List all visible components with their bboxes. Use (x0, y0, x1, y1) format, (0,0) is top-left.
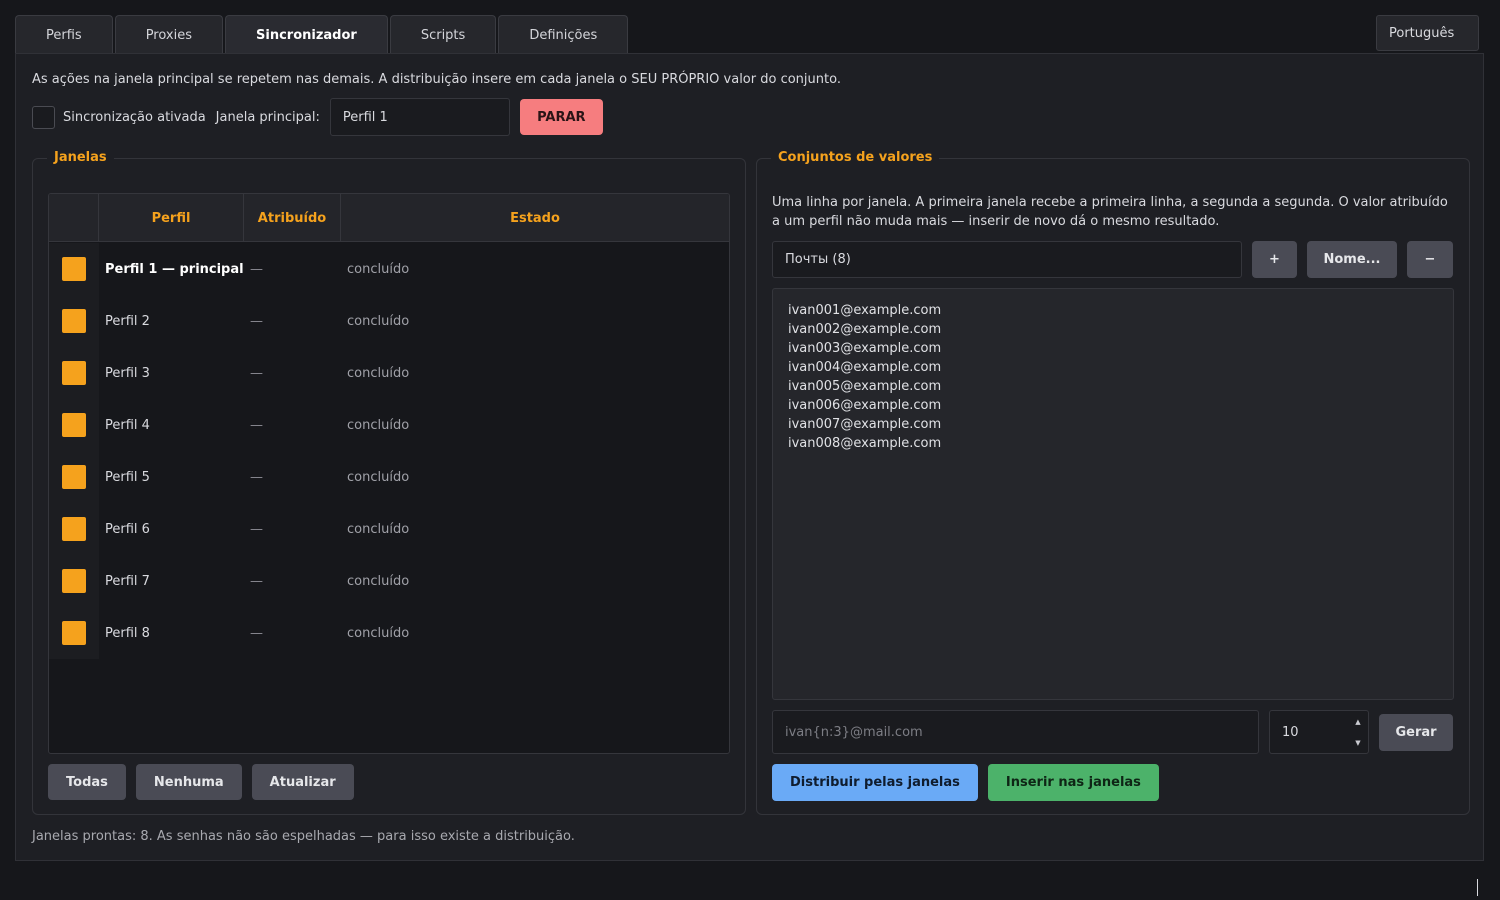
profile-color-square[interactable] (62, 257, 86, 281)
value-line: ivan005@example.com (788, 379, 942, 394)
header-state[interactable]: Estado (341, 194, 729, 242)
value-sets-group: Conjuntos de valores Uma linha por janel… (756, 150, 1470, 815)
distribute-button[interactable]: Distribuir pelas janelas (772, 764, 978, 801)
select-all-button[interactable]: Todas (48, 764, 126, 800)
value-line: ivan004@example.com (788, 360, 942, 375)
sync-panel: As ações na janela principal se repetem … (15, 53, 1484, 861)
status-bar-cursor (1477, 879, 1478, 896)
sync-controls: Sincronização ativada Janela principal: … (32, 98, 603, 136)
assigned-value: — (250, 417, 263, 433)
state-value: concluído (347, 365, 410, 381)
value-sets-group-title: Conjuntos de valores (771, 150, 940, 165)
profile-name: Perfil 5 (105, 469, 150, 485)
assigned-value: — (250, 261, 263, 277)
value-line: ivan007@example.com (788, 417, 942, 432)
profile-color-square[interactable] (62, 621, 86, 645)
profile-name: Perfil 2 (105, 313, 150, 329)
generate-button[interactable]: Gerar (1379, 713, 1453, 751)
header-select-column (49, 194, 99, 242)
remove-set-button[interactable]: − (1407, 241, 1453, 278)
value-line: ivan002@example.com (788, 322, 942, 337)
value-line: ivan008@example.com (788, 436, 942, 451)
stop-button[interactable]: PARAR (519, 99, 603, 135)
window-selection-buttons: Todas Nenhuma Atualizar (48, 764, 354, 800)
profile-color-square[interactable] (62, 413, 86, 437)
profile-name: Perfil 8 (105, 625, 150, 641)
profile-name: Perfil 4 (105, 417, 150, 433)
windows-table: Perfil Atribuído Estado Perfil 1 — princ… (48, 193, 730, 754)
value-set-controls: Почты (8) + Nome... − (772, 241, 1453, 278)
profile-color-square[interactable] (62, 569, 86, 593)
tab-scripts[interactable]: Scripts (389, 15, 497, 54)
spin-up-icon[interactable]: ▲ (1348, 711, 1368, 732)
tab-definicoes[interactable]: Definições (498, 15, 629, 54)
profile-name: Perfil 6 (105, 521, 150, 537)
state-value: concluído (347, 313, 410, 329)
insert-button[interactable]: Inserir nas janelas (987, 764, 1159, 801)
profile-color-square[interactable] (62, 517, 86, 541)
assigned-value: — (250, 313, 263, 329)
state-value: concluído (347, 417, 410, 433)
status-note: Janelas prontas: 8. As senhas não são es… (32, 829, 575, 844)
state-value: concluído (347, 469, 410, 485)
distribution-buttons: Distribuir pelas janelas Inserir nas jan… (772, 764, 1159, 801)
assigned-value: — (250, 625, 263, 641)
table-row[interactable]: Perfil 2 — concluído (49, 295, 729, 347)
generator-controls: ivan{n:3}@mail.com 10 ▲ ▼ Gerar (772, 710, 1453, 754)
profile-name: Perfil 3 (105, 365, 150, 381)
table-row[interactable]: Perfil 1 — principal — concluído (49, 243, 729, 295)
count-spinbox[interactable]: 10 ▲ ▼ (1269, 710, 1369, 754)
refresh-button[interactable]: Atualizar (251, 764, 354, 800)
table-row[interactable]: Perfil 5 — concluído (49, 451, 729, 503)
add-set-button[interactable]: + (1252, 241, 1297, 278)
tab-perfis[interactable]: Perfis (15, 15, 113, 54)
principal-window-label: Janela principal: (215, 109, 320, 125)
tab-bar: Perfis Proxies Sincronizador Scripts Def… (15, 15, 629, 54)
state-value: concluído (347, 573, 410, 589)
header-profile[interactable]: Perfil (99, 194, 244, 242)
state-value: concluído (347, 625, 410, 641)
principal-window-input[interactable] (329, 98, 510, 136)
tab-sincronizador[interactable]: Sincronizador (225, 15, 388, 54)
language-select[interactable]: Português (1376, 15, 1479, 51)
profile-color-square[interactable] (62, 465, 86, 489)
table-row[interactable]: Perfil 8 — concluído (49, 607, 729, 659)
value-line: ivan001@example.com (788, 303, 942, 318)
windows-table-header: Perfil Atribuído Estado (49, 194, 729, 242)
table-row[interactable]: Perfil 3 — concluído (49, 347, 729, 399)
sync-enabled-label: Sincronização ativada (63, 109, 206, 125)
state-value: concluído (347, 521, 410, 537)
assigned-value: — (250, 365, 263, 381)
profile-color-square[interactable] (62, 309, 86, 333)
count-value: 10 (1282, 724, 1299, 740)
windows-group-title: Janelas (47, 150, 114, 165)
profile-name: Perfil 7 (105, 573, 150, 589)
value-line: ivan003@example.com (788, 341, 942, 356)
value-sets-description: Uma linha por janela. A primeira janela … (772, 195, 1448, 229)
spin-down-icon[interactable]: ▼ (1348, 732, 1368, 753)
windows-group: Janelas Perfil Atribuído Estado Perfil 1… (32, 150, 746, 815)
profile-color-square[interactable] (62, 361, 86, 385)
assigned-value: — (250, 573, 263, 589)
table-row[interactable]: Perfil 4 — concluído (49, 399, 729, 451)
values-textarea[interactable]: ivan001@example.com ivan002@example.com … (772, 288, 1454, 700)
value-set-select[interactable]: Почты (8) (772, 241, 1242, 278)
table-row[interactable]: Perfil 6 — concluído (49, 503, 729, 555)
table-row[interactable]: Perfil 7 — concluído (49, 555, 729, 607)
value-line: ivan006@example.com (788, 398, 942, 413)
header-assigned[interactable]: Atribuído (244, 194, 341, 242)
state-value: concluído (347, 261, 410, 277)
tab-proxies[interactable]: Proxies (114, 15, 223, 54)
profile-name: Perfil 1 — principal (105, 261, 244, 277)
assigned-value: — (250, 521, 263, 537)
select-none-button[interactable]: Nenhuma (135, 764, 242, 800)
assigned-value: — (250, 469, 263, 485)
pattern-input[interactable]: ivan{n:3}@mail.com (772, 710, 1259, 754)
sync-intro-text: As ações na janela principal se repetem … (32, 72, 841, 87)
rename-set-button[interactable]: Nome... (1307, 241, 1397, 278)
sync-enabled-checkbox[interactable] (32, 105, 55, 129)
